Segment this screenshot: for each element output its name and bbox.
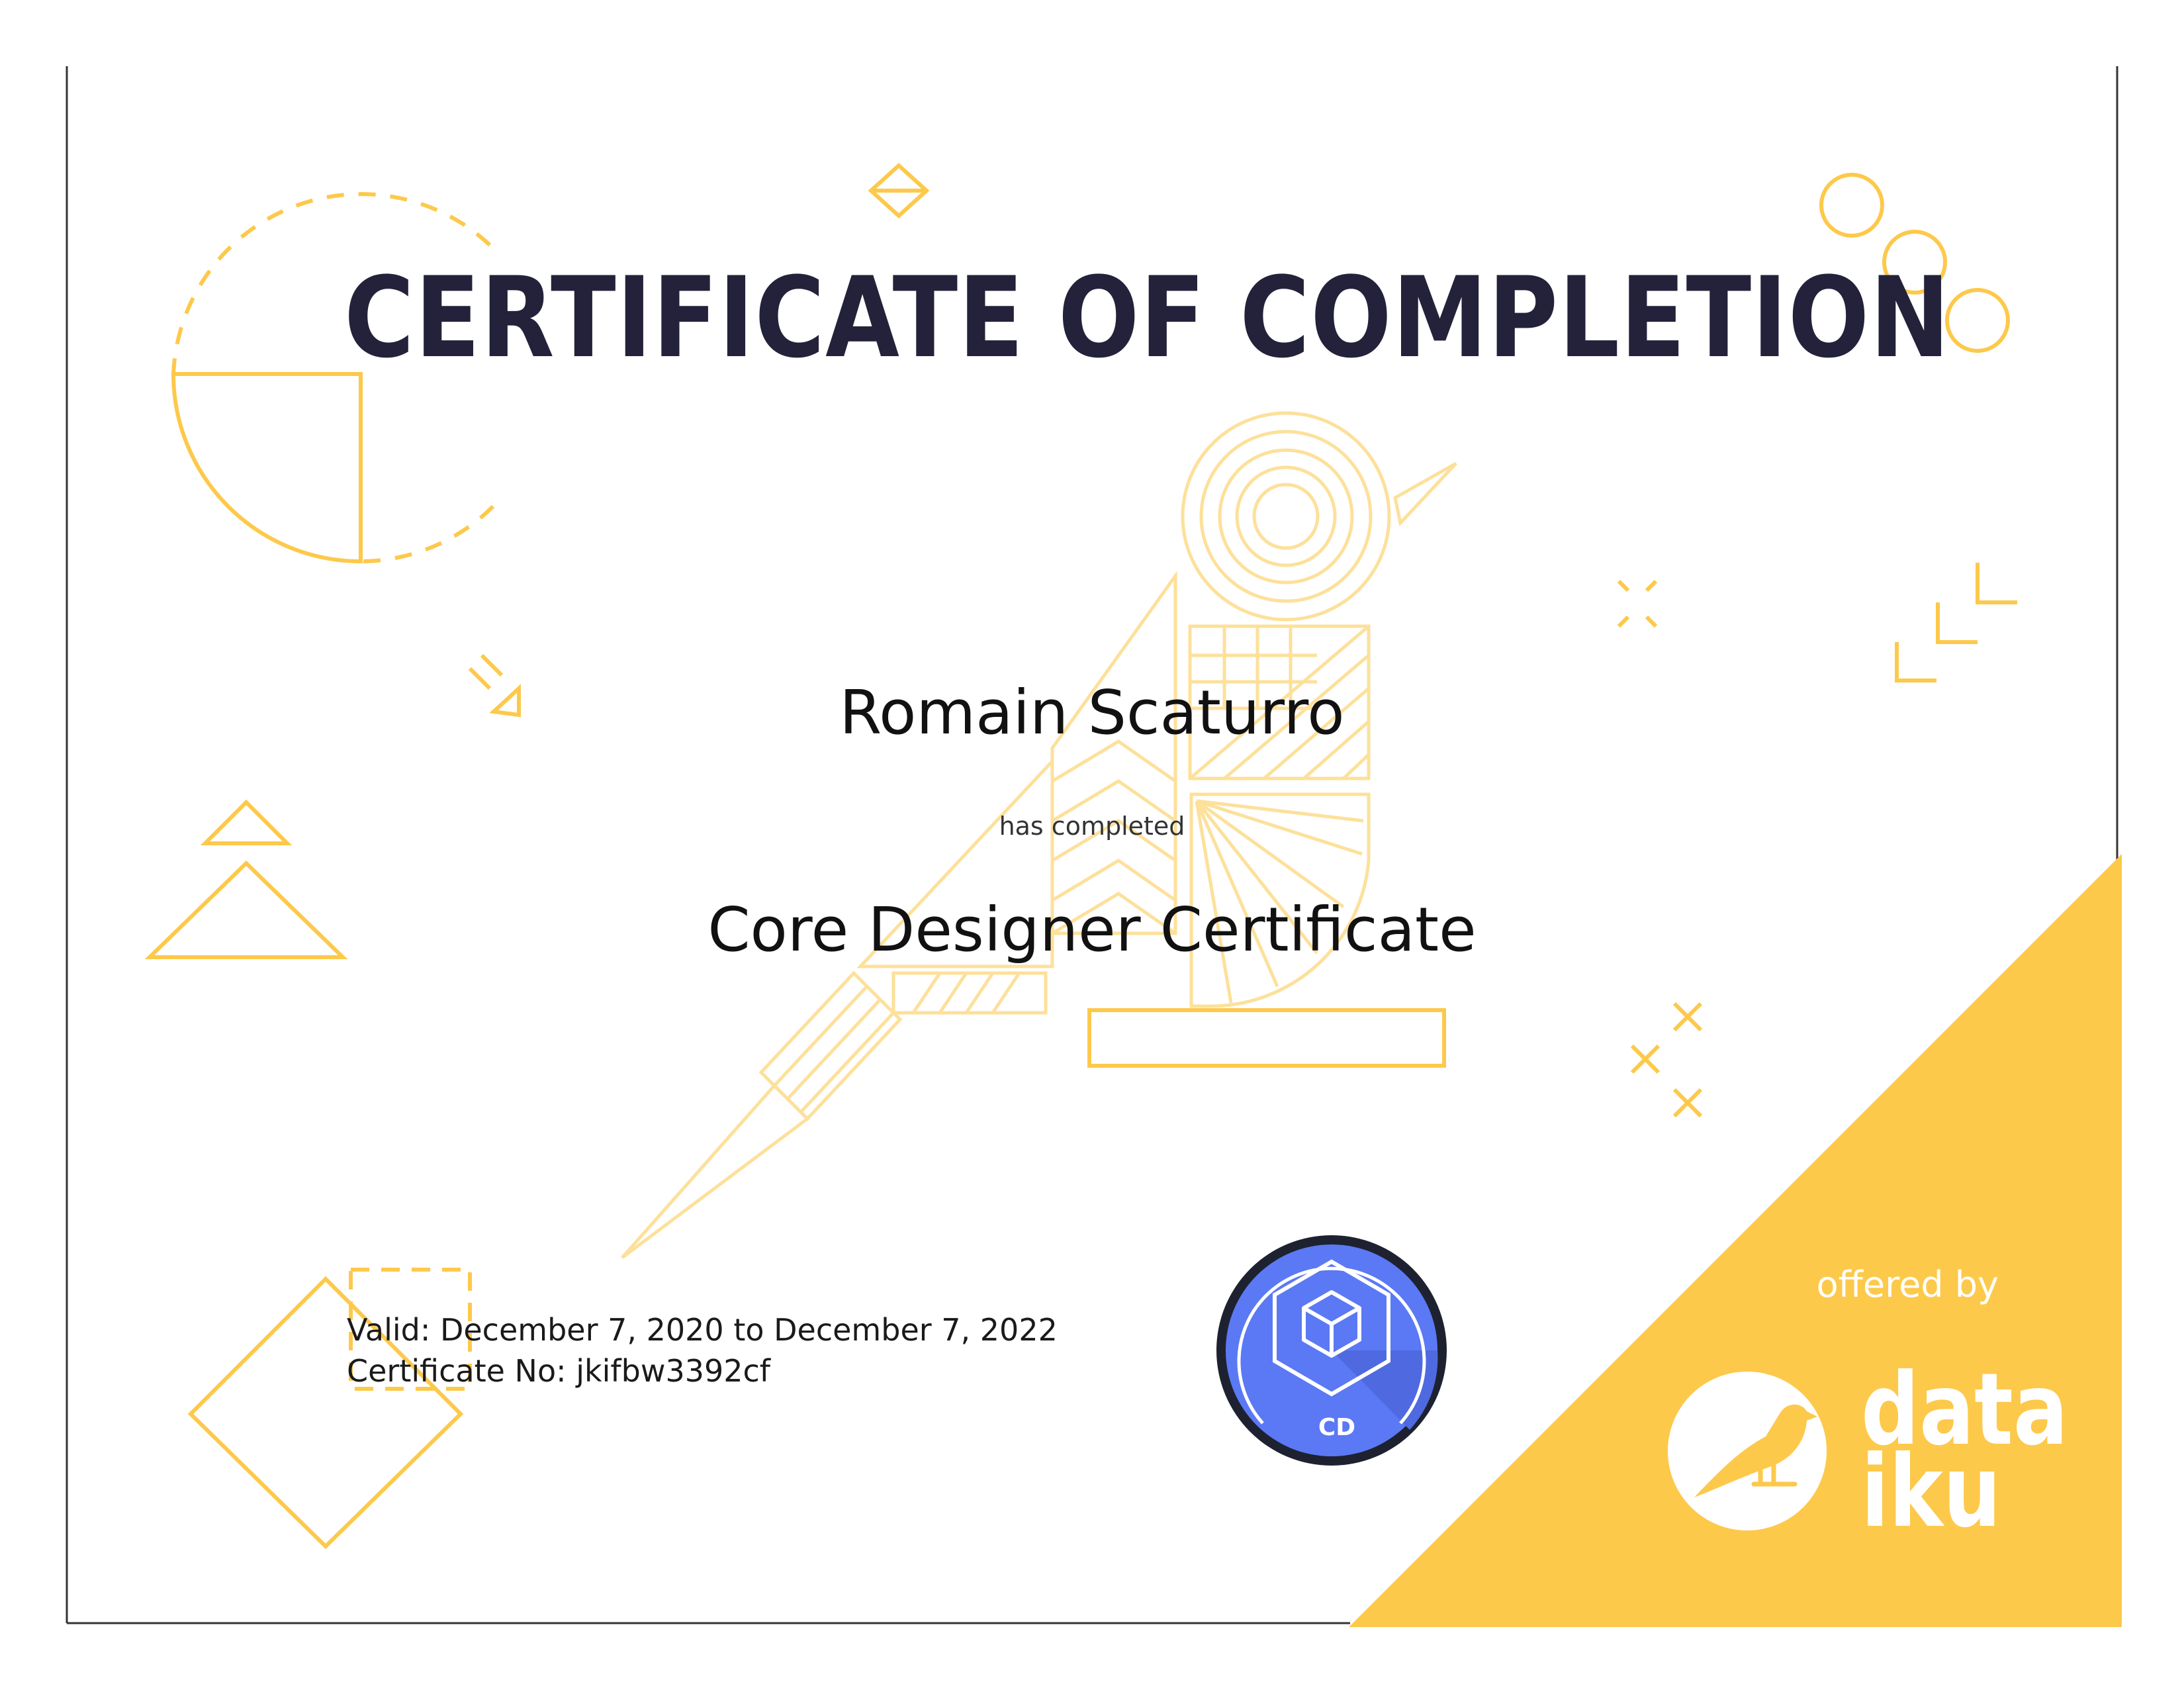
offered-by-label: offered by <box>1816 1264 1999 1305</box>
corner-bracket-icon <box>1895 563 2017 682</box>
x-mark-icon <box>1672 1088 1703 1118</box>
dashed-x-icon <box>1617 579 1658 628</box>
x-mark-icon <box>1630 1044 1661 1074</box>
diamond-icon <box>868 162 930 219</box>
logo-wordmark-line-2: iku <box>1861 1434 2001 1550</box>
certificate-page: CERTIFICATE OF COMPLETION Romain Scaturr… <box>0 0 2184 1688</box>
certificate-number: Certificate No: jkifbw3392cf <box>347 1353 771 1389</box>
logo-mark <box>1668 1372 1827 1530</box>
course-name: Core Designer Certificate <box>707 894 1477 965</box>
certificate-title: CERTIFICATE OF COMPLETION <box>344 253 1951 383</box>
circle-shape <box>1945 288 2010 353</box>
x-mark-icon <box>1672 1002 1703 1032</box>
quarter-circle-shape <box>171 372 363 564</box>
dashed-arc-lower <box>360 504 495 563</box>
recipient-name: Romain Scaturro <box>839 677 1345 748</box>
outline-rectangle-shape <box>1087 1008 1446 1068</box>
circle-shape <box>1819 173 1884 238</box>
completed-label: has completed <box>999 812 1185 841</box>
validity-text: Valid: December 7, 2020 to December 7, 2… <box>347 1312 1058 1348</box>
badge-code: CD <box>1318 1414 1356 1441</box>
